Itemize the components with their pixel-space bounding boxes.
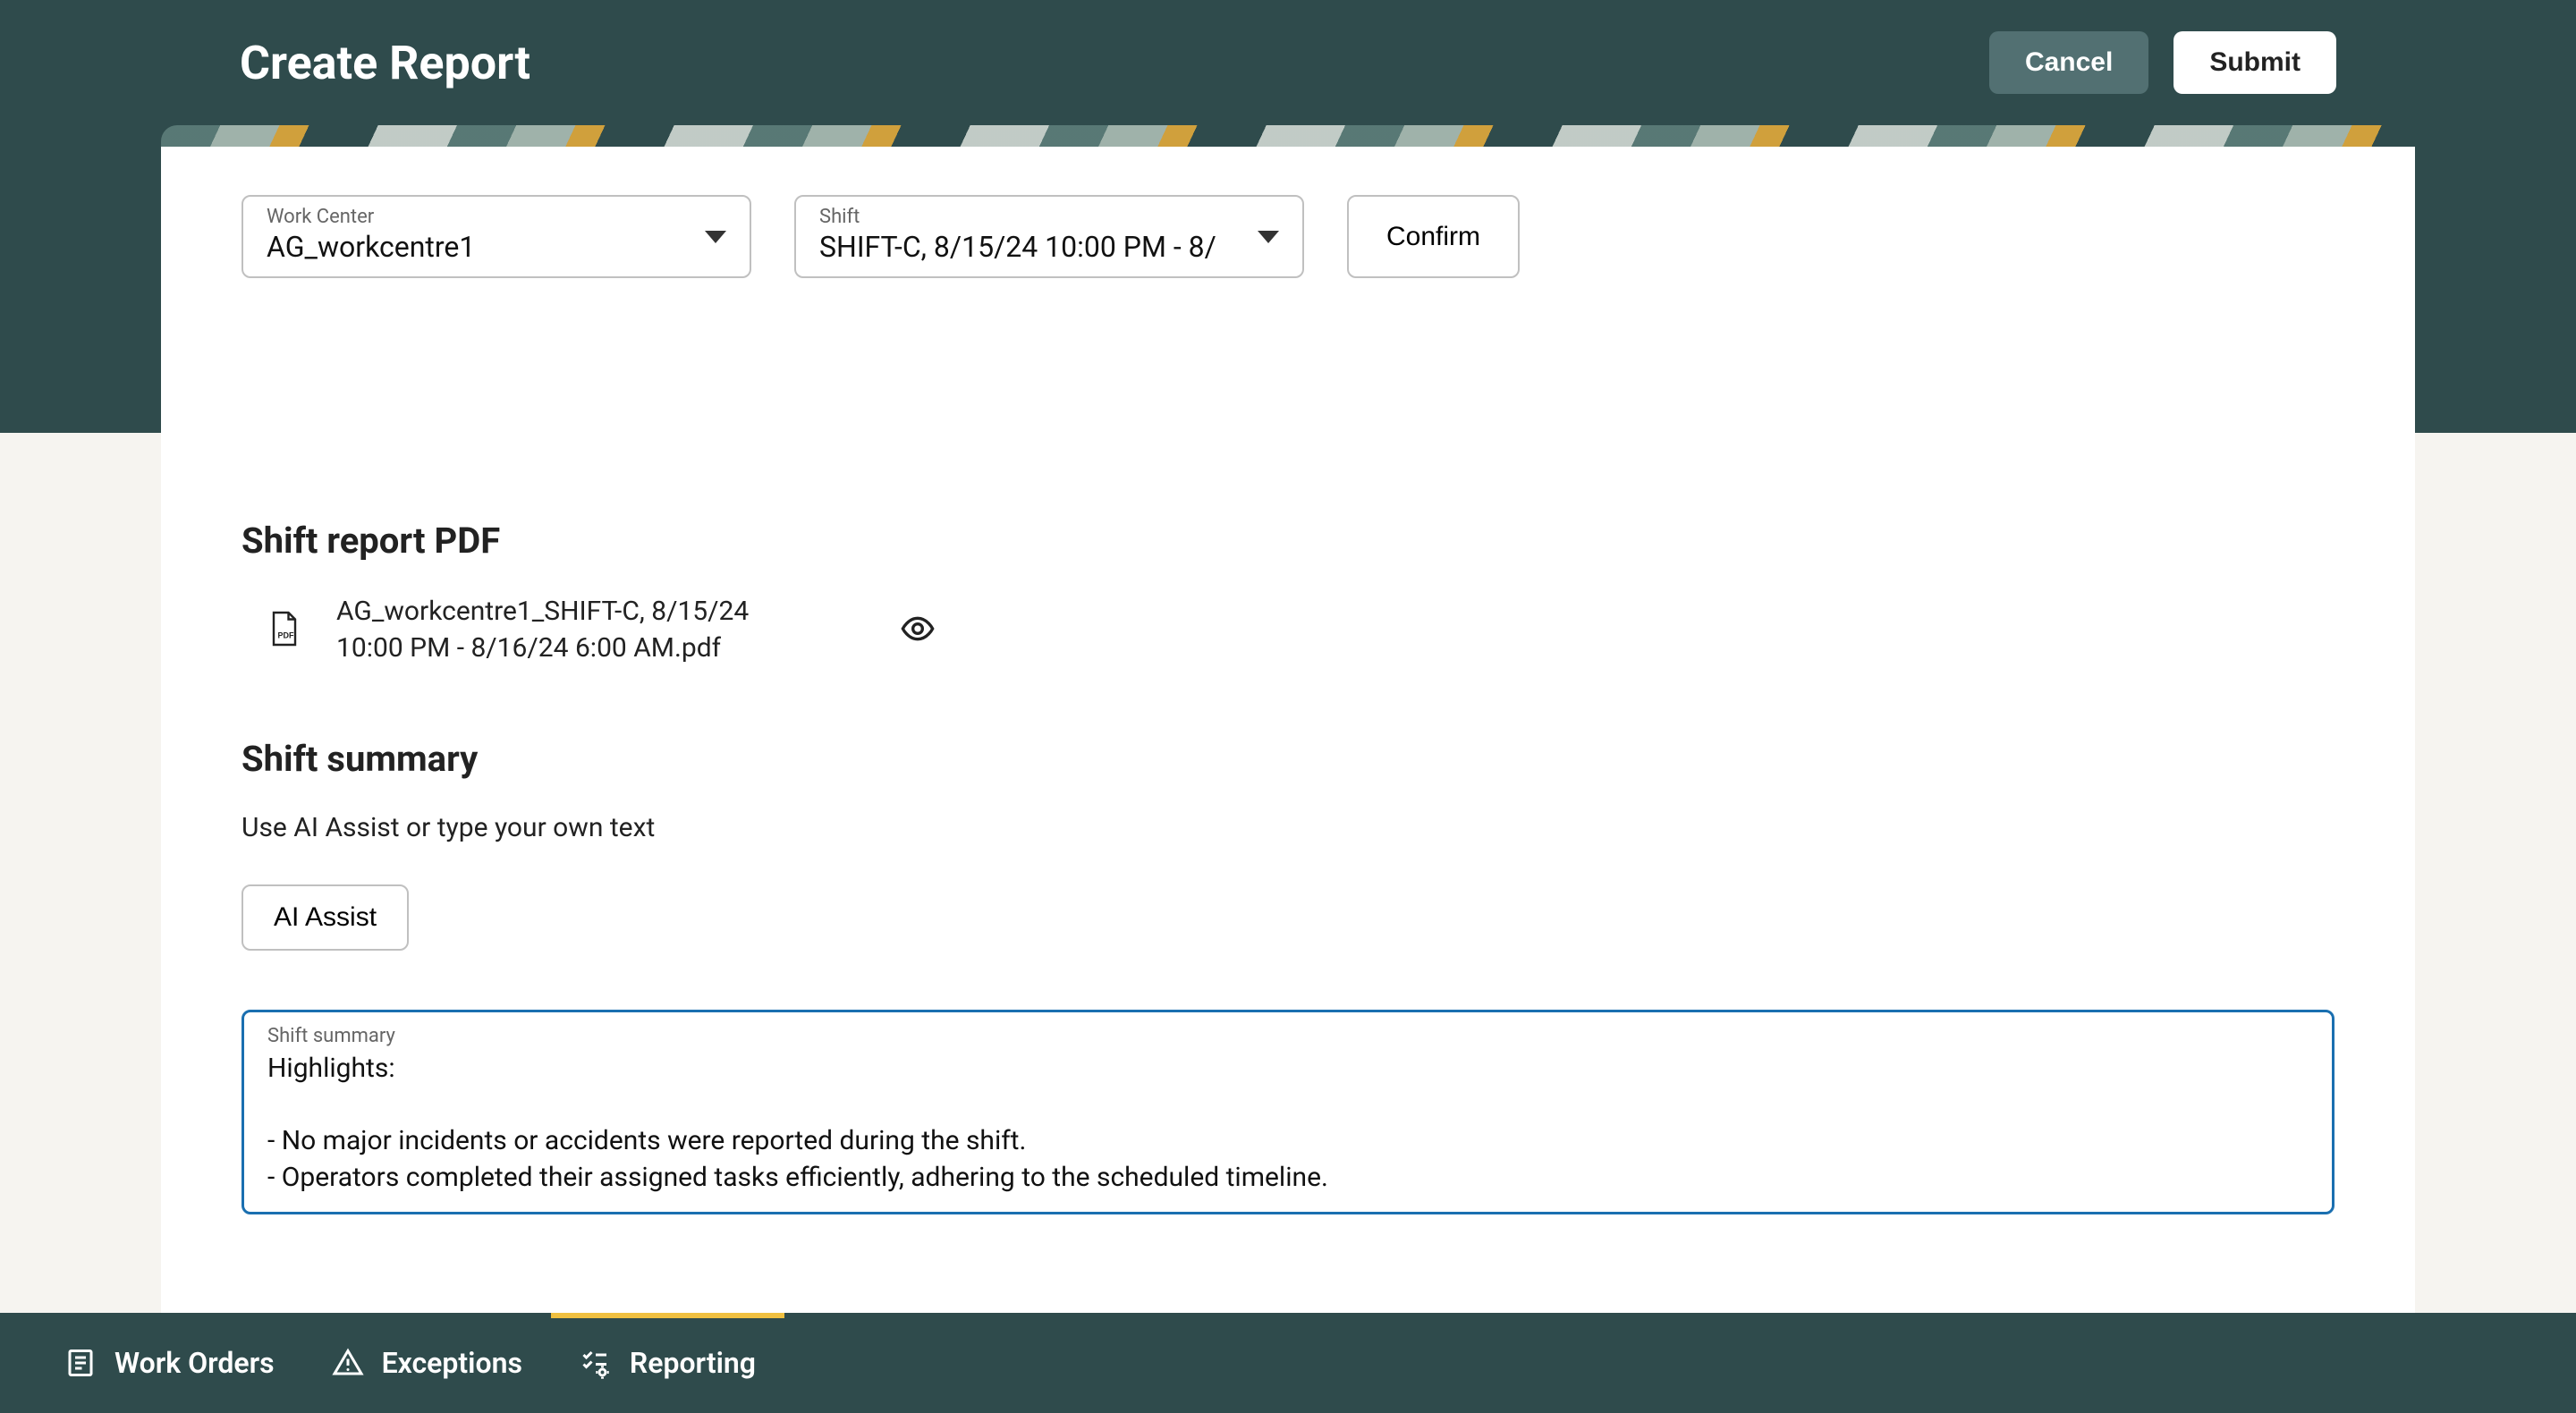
page-title: Create Report	[240, 36, 530, 90]
bottom-nav: Work Orders Exceptions	[0, 1313, 2576, 1413]
nav-reporting[interactable]: Reporting	[551, 1313, 784, 1413]
svg-text:PDF: PDF	[278, 630, 295, 639]
pdf-file-icon: PDF	[268, 610, 301, 651]
nav-exceptions[interactable]: Exceptions	[303, 1313, 551, 1413]
shift-summary-textarea-label: Shift summary	[267, 1025, 2309, 1047]
preview-eye-icon[interactable]	[900, 611, 936, 650]
shift-label: Shift	[819, 206, 1279, 228]
pdf-filename: AG_workcentre1_SHIFT-C, 8/15/24 10:00 PM…	[336, 594, 801, 666]
nav-work-orders[interactable]: Work Orders	[36, 1313, 303, 1413]
document-list-icon	[64, 1347, 97, 1379]
chevron-down-icon	[1258, 231, 1279, 243]
warning-triangle-icon	[332, 1347, 364, 1379]
checklist-gear-icon	[580, 1347, 612, 1379]
chevron-down-icon	[705, 231, 726, 243]
decorative-banner	[161, 125, 2415, 147]
shift-summary-heading: Shift summary	[242, 738, 2334, 780]
nav-label: Work Orders	[114, 1346, 275, 1380]
shift-summary-textarea[interactable]: Highlights: - No major incidents or acci…	[267, 1051, 2309, 1196]
shift-report-pdf-heading: Shift report PDF	[242, 520, 2334, 562]
shift-summary-textarea-wrap[interactable]: Shift summary Highlights: - No major inc…	[242, 1010, 2334, 1214]
work-center-label: Work Center	[267, 206, 726, 228]
ai-assist-button[interactable]: AI Assist	[242, 884, 409, 951]
cancel-button[interactable]: Cancel	[1989, 31, 2148, 94]
shift-value: SHIFT-C, 8/15/24 10:00 PM - 8/	[819, 230, 1279, 264]
nav-label: Reporting	[630, 1346, 756, 1380]
nav-label: Exceptions	[382, 1346, 522, 1380]
work-center-value: AG_workcentre1	[267, 230, 726, 264]
shift-select[interactable]: Shift SHIFT-C, 8/15/24 10:00 PM - 8/	[794, 195, 1304, 278]
work-center-select[interactable]: Work Center AG_workcentre1	[242, 195, 751, 278]
confirm-button[interactable]: Confirm	[1347, 195, 1520, 278]
shift-summary-hint: Use AI Assist or type your own text	[242, 812, 2334, 843]
submit-button[interactable]: Submit	[2174, 31, 2336, 94]
report-card: Work Center AG_workcentre1 Shift SHIFT-C…	[161, 147, 2415, 1336]
